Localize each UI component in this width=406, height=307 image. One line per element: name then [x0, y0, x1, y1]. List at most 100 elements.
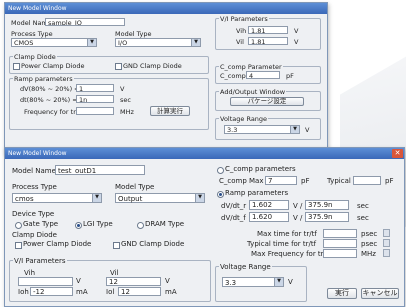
dv-dt-r-v-unit: V / — [293, 202, 303, 210]
ramp-radio[interactable] — [217, 191, 224, 198]
chevron-down-icon[interactable]: ▼ — [191, 39, 200, 46]
clamp-diode-title: Clamp Diode — [13, 53, 57, 61]
iol-unit: mA — [165, 288, 177, 296]
vih-input[interactable]: 1.81 — [248, 26, 288, 34]
ccomp-max-input[interactable]: 7 — [265, 176, 297, 185]
voltage-select[interactable]: 3.3 ▼ — [222, 277, 284, 287]
vil-unit: V — [294, 38, 299, 46]
voltage-select[interactable]: 3.3 ▼ — [224, 125, 300, 134]
vih-unit: V — [294, 27, 299, 35]
ccomp-label: C_comp — [220, 72, 246, 80]
process-type-select[interactable]: CMOS ▼ — [11, 38, 97, 47]
typical-time-spinner[interactable] — [383, 239, 390, 247]
process-type-label: Process Type — [11, 30, 53, 38]
model-name-input[interactable]: sample_IO — [45, 18, 125, 26]
package-button[interactable]: パケージ設定 — [230, 97, 304, 106]
front-window-title: New Model Window — [8, 150, 67, 157]
ccomp-title: C_comp Parameter — [219, 63, 283, 71]
max-time-spinner[interactable] — [383, 229, 390, 237]
ioh-label: Ioh — [18, 288, 29, 296]
device-type-label: Device Type — [12, 210, 55, 218]
freq-label: Frequency for tr — [24, 108, 76, 116]
voltage-unit: V — [305, 126, 310, 134]
dv-dt-r-v-input[interactable]: 1.602 — [249, 200, 289, 210]
vil-input[interactable]: 1.81 — [248, 37, 288, 45]
freq-input[interactable] — [76, 107, 114, 115]
model-type-select[interactable]: Output ▼ — [115, 193, 205, 203]
model-name-label: Model Name — [12, 167, 56, 175]
ioh-input[interactable]: -12 — [30, 287, 73, 296]
dram-type-radio[interactable] — [137, 222, 144, 229]
ramp-title: Ramp parameters — [225, 189, 289, 197]
ccomp-radio[interactable] — [217, 167, 224, 174]
cancel-button[interactable]: キャンセル — [361, 288, 399, 299]
power-clamp-checkbox[interactable] — [15, 242, 22, 249]
dram-type-label: DRAM Type — [145, 220, 185, 228]
power-clamp-checkbox[interactable] — [13, 63, 20, 70]
typical-time-unit: psec — [361, 240, 378, 248]
vih-input[interactable] — [18, 277, 73, 286]
max-freq-input[interactable] — [323, 249, 357, 258]
ccomp-max-unit: pF — [301, 177, 310, 185]
package-title: Add/Output Window — [219, 88, 287, 96]
ccomp-group: C_comp Parameter C_comp 4 pF — [215, 63, 321, 84]
front-window: New Model Window ✕ Model Name test_outD1… — [4, 147, 405, 307]
lgi-type-label: LGI Type — [83, 220, 113, 228]
chevron-down-icon[interactable]: ▼ — [195, 194, 204, 202]
chevron-down-icon[interactable]: ▼ — [87, 39, 96, 46]
process-type-label: Process Type — [12, 183, 57, 191]
dt-r-unit: sec — [120, 96, 131, 104]
voltage-title: Voltage Range — [219, 115, 269, 123]
back-window-titlebar: New Model Window — [5, 3, 327, 14]
dv-dt-r-t-input[interactable]: 375.9n — [305, 200, 349, 210]
process-type-value: cmos — [15, 195, 34, 203]
power-clamp-label: Power Clamp Diode — [23, 240, 92, 248]
dv-r-input[interactable]: 1 — [76, 84, 114, 92]
max-freq-spinner[interactable] — [383, 249, 390, 257]
typical-input[interactable] — [353, 176, 381, 185]
dt-r-input[interactable]: 1n — [76, 95, 114, 103]
model-type-label: Model Type — [115, 183, 155, 191]
model-type-value: I/O — [118, 39, 128, 47]
dv-dt-f-v-input[interactable]: 1.620 — [249, 212, 289, 222]
freq-unit: MHz — [120, 108, 134, 116]
chevron-down-icon[interactable]: ▼ — [92, 194, 101, 202]
ccomp-unit: pF — [286, 72, 294, 80]
power-clamp-label: Power Clamp Diode — [21, 62, 85, 70]
back-window: New Model Window Model Name sample_IO Pr… — [4, 2, 328, 154]
model-type-value: Output — [118, 195, 143, 203]
lgi-type-radio[interactable] — [75, 222, 82, 229]
vi-group: V/I Parameters Vih 1.81 V Vil 1.81 V — [215, 15, 321, 50]
chevron-down-icon[interactable]: ▼ — [290, 126, 299, 133]
model-name-input[interactable]: test_outD1 — [55, 165, 145, 175]
dv-dt-f-t-input[interactable]: 375.9n — [305, 212, 349, 222]
dt-r-label: dt(80% ~ 20%) = — [20, 96, 78, 104]
gnd-clamp-checkbox[interactable] — [113, 242, 120, 249]
gate-type-radio[interactable] — [15, 222, 22, 229]
back-window-title: New Model Window — [8, 5, 67, 12]
dv-r-label: dV(80% ~ 20%) = — [20, 85, 80, 93]
iol-input[interactable]: 12 — [118, 287, 161, 296]
process-type-select[interactable]: cmos ▼ — [12, 193, 102, 203]
typical-time-input[interactable] — [323, 239, 357, 248]
dv-r-unit: V — [120, 85, 125, 93]
calc-button[interactable]: 計算実行 — [150, 106, 190, 116]
vi-title: V/I Parameters — [13, 257, 67, 265]
model-type-select[interactable]: I/O ▼ — [115, 38, 201, 47]
chevron-down-icon[interactable]: ▼ — [274, 278, 283, 286]
model-type-label: Model Type — [115, 30, 152, 38]
ramp-group: Ramp parameters dV(80% ~ 20%) = 1 V dt(8… — [9, 75, 209, 130]
ok-button[interactable]: 実行 — [327, 288, 357, 299]
max-time-input[interactable] — [323, 229, 357, 238]
gate-type-label: Gate Type — [23, 220, 59, 228]
ccomp-input[interactable]: 4 — [246, 71, 280, 79]
voltage-value: 3.3 — [225, 279, 237, 287]
close-icon[interactable]: ✕ — [392, 149, 403, 158]
clamp-diode-label: Clamp Diode — [12, 231, 57, 239]
vil-input[interactable]: 12 — [106, 277, 161, 286]
max-freq-label: Max Frequency for tr — [251, 250, 324, 258]
vil-label: Vil — [236, 38, 244, 46]
vih-unit: V — [76, 277, 81, 285]
typical-unit: pF — [385, 177, 394, 185]
gnd-clamp-checkbox[interactable] — [115, 63, 122, 70]
